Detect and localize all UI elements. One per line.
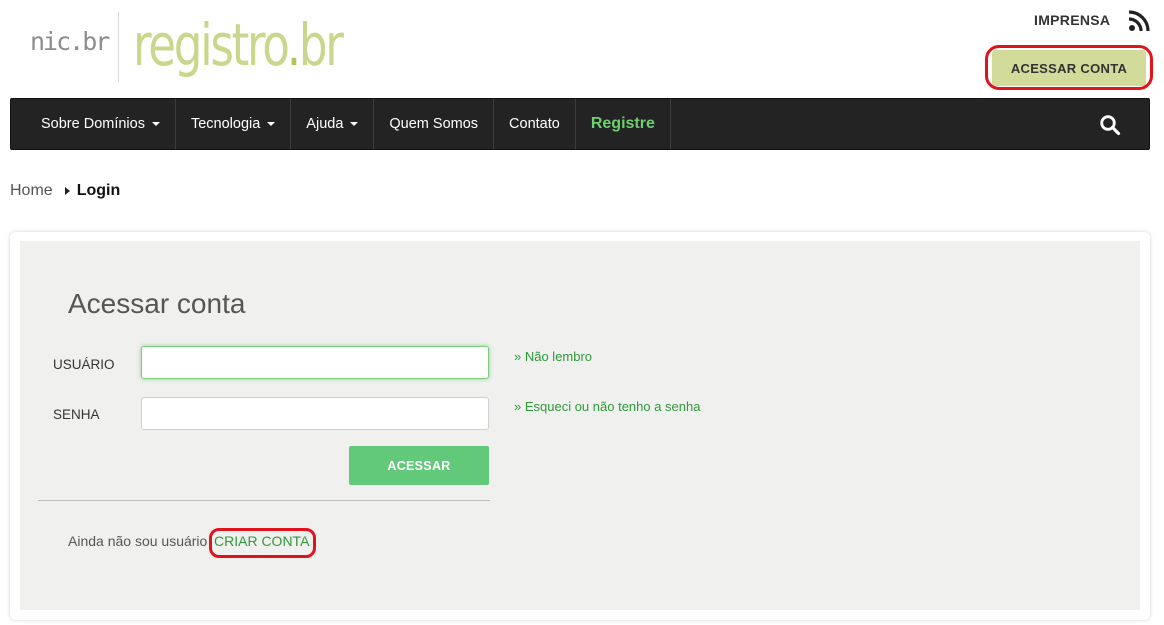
nav-item-quem-somos[interactable]: Quem Somos (374, 99, 495, 149)
logo-divider (118, 12, 120, 82)
nav-item-registre[interactable]: Registre (576, 99, 671, 149)
caret-down-icon (267, 122, 276, 126)
senha-input[interactable] (141, 397, 489, 430)
nav-item-sobre-dominios[interactable]: Sobre Domínios (11, 99, 176, 149)
nav-item-tecnologia[interactable]: Tecnologia (176, 99, 292, 149)
nav-item-label: Ajuda (306, 116, 344, 132)
nav-item-contato[interactable]: Contato (494, 99, 576, 149)
nav-item-label: Registre (590, 115, 655, 132)
caret-down-icon (151, 122, 160, 126)
imprensa-link[interactable]: IMPRENSA (1034, 12, 1110, 28)
nav-item-label: Contato (509, 116, 560, 132)
divider (38, 500, 490, 501)
nav-item-label: Sobre Domínios (41, 116, 145, 132)
breadcrumb: Home Login (10, 182, 120, 200)
nic-br-logo: nic.br (30, 27, 110, 56)
breadcrumb-home-link[interactable]: Home (10, 182, 53, 200)
usuario-label: USUÁRIO (53, 357, 115, 372)
main-navbar: Sobre Domínios Tecnologia Ajuda Quem Som… (10, 98, 1150, 150)
nao-lembro-link[interactable]: » Não lembro (514, 349, 592, 364)
esqueci-senha-link[interactable]: » Esqueci ou não tenho a senha (514, 399, 700, 414)
no-account-text: Ainda não sou usuário (68, 533, 208, 549)
site-logo[interactable]: nic.br registro.br (30, 12, 401, 84)
breadcrumb-current: Login (76, 182, 121, 199)
page-title: Acessar conta (68, 288, 246, 319)
logo-registro-text: registro (133, 11, 289, 79)
nav-item-ajuda[interactable]: Ajuda (291, 99, 375, 149)
usuario-input[interactable] (141, 346, 489, 379)
logo-dot-text: . (287, 11, 301, 79)
search-icon[interactable] (1099, 114, 1121, 136)
nav-item-label: Quem Somos (389, 116, 479, 132)
rss-icon[interactable] (1128, 10, 1150, 32)
breadcrumb-arrow-icon (64, 187, 70, 195)
caret-down-icon (350, 122, 359, 126)
highlight-annotation (985, 45, 1153, 90)
highlight-annotation (209, 528, 316, 558)
senha-label: SENHA (53, 407, 100, 422)
logo-br-text: br (299, 11, 344, 79)
acessar-button[interactable]: ACESSAR (349, 446, 489, 485)
nav-item-label: Tecnologia (190, 116, 261, 132)
registro-br-logo: registro.br (133, 11, 344, 79)
